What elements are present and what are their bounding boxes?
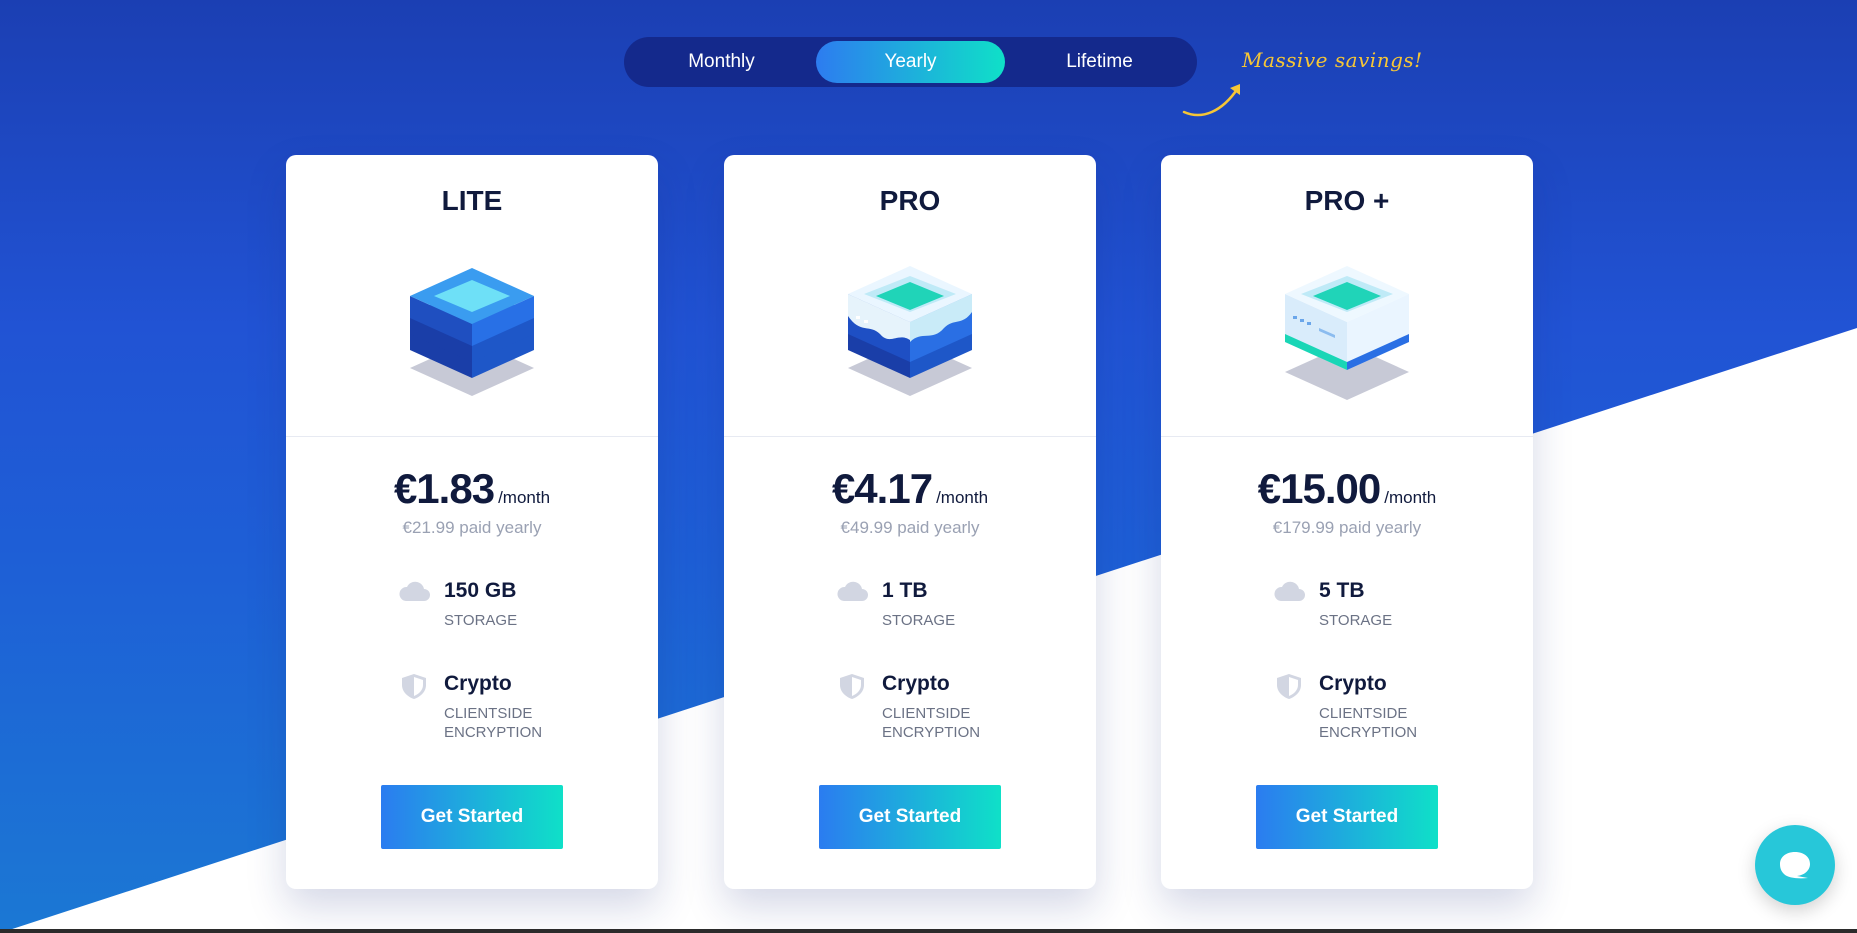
chat-widget-button[interactable] [1755, 825, 1835, 905]
plan-name: PRO [879, 185, 941, 216]
billing-note: €179.99 paid yearly [1272, 518, 1422, 537]
get-started-button[interactable]: Get Started [381, 785, 563, 849]
feature-value: Crypto [444, 672, 512, 695]
price-period: /month [936, 488, 989, 507]
get-started-button[interactable]: Get Started [1256, 785, 1438, 849]
feature-label: CLIENTSIDE ENCRYPTION [882, 705, 981, 741]
price-row: €1.83/month [286, 465, 658, 513]
cloud-icon [837, 581, 868, 601]
storage-stack-icon [410, 268, 534, 396]
billing-note: €21.99 paid yearly [402, 518, 542, 537]
price-row: €4.17/month [724, 465, 1096, 513]
curved-arrow-icon [1182, 84, 1240, 117]
promo-note: Massive savings! [1242, 48, 1423, 72]
plan-card-lite: LITE €1.83/month €21.99 paid yearly 150 … [286, 155, 658, 889]
plan-card-pro: PRO €4.17/month €49.99 paid yearly 1 TB … [724, 155, 1096, 889]
plan-name: PRO + [1304, 185, 1390, 216]
price-row: €15.00/month [1161, 465, 1533, 513]
cloud-icon [1274, 581, 1305, 601]
chat-bubble-icon [1780, 852, 1810, 879]
plan-price: €4.17 [831, 465, 933, 512]
plan-price: €15.00 [1257, 465, 1381, 512]
toggle-yearly[interactable]: Yearly [816, 41, 1005, 83]
billing-note: €49.99 paid yearly [840, 518, 980, 537]
feature-value: 1 TB [882, 579, 928, 602]
cloud-icon [399, 581, 430, 601]
price-period: /month [498, 488, 551, 507]
feature-label: STORAGE [444, 612, 518, 629]
card-divider [1161, 436, 1533, 437]
plan-name: LITE [441, 185, 503, 216]
storage-box-icon [848, 266, 972, 396]
plan-card-pro-plus: PRO + €15.00/month €179.99 paid yearly 5… [1161, 155, 1533, 889]
price-period: /month [1384, 488, 1437, 507]
feature-label: CLIENTSIDE ENCRYPTION [1319, 705, 1418, 741]
shield-icon [402, 674, 426, 699]
storage-server-icon [1285, 266, 1409, 400]
toggle-lifetime[interactable]: Lifetime [1005, 41, 1194, 83]
feature-label: STORAGE [1319, 612, 1393, 629]
toggle-monthly[interactable]: Monthly [627, 41, 816, 83]
feature-label: STORAGE [882, 612, 956, 629]
feature-value: Crypto [1319, 672, 1387, 695]
feature-value: 5 TB [1319, 579, 1365, 602]
card-divider [286, 436, 658, 437]
plan-price: €1.83 [393, 465, 495, 512]
billing-period-toggle: Monthly Yearly Lifetime [624, 37, 1197, 87]
card-divider [724, 436, 1096, 437]
shield-icon [1277, 674, 1301, 699]
shield-icon [840, 674, 864, 699]
window-bottom-edge [0, 929, 1857, 933]
feature-label: CLIENTSIDE ENCRYPTION [444, 705, 543, 741]
get-started-button[interactable]: Get Started [819, 785, 1001, 849]
feature-value: Crypto [882, 672, 950, 695]
feature-value: 150 GB [444, 579, 517, 602]
